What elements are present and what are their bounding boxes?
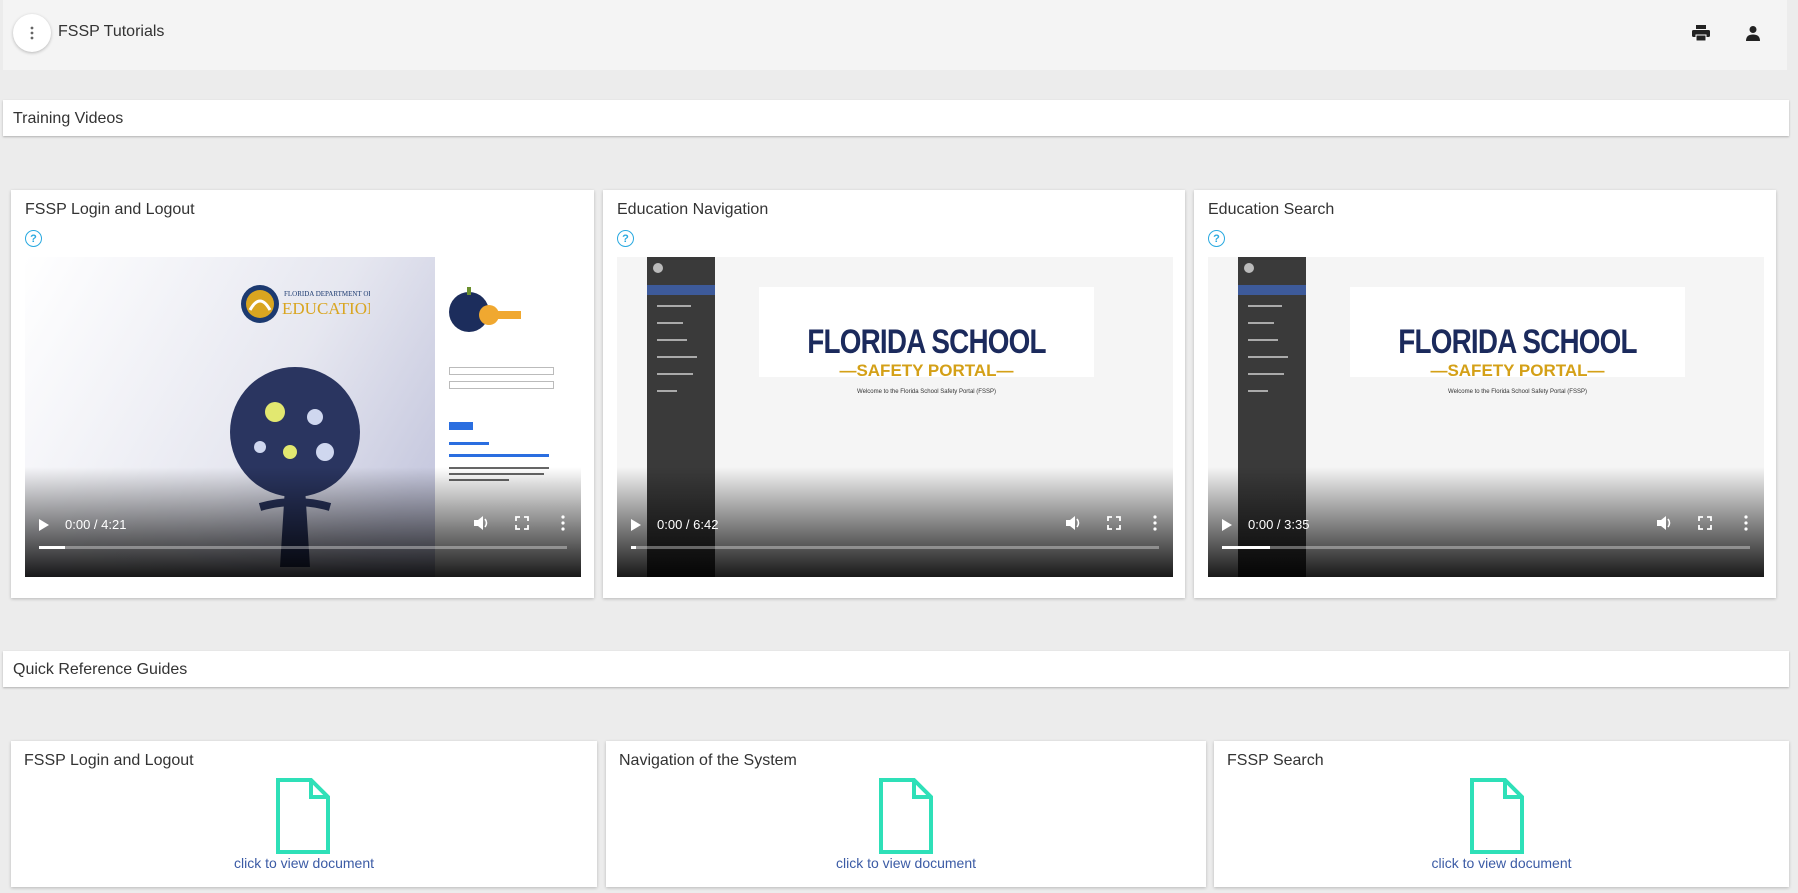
document-icon[interactable]: [878, 777, 934, 855]
sso-logo-icon: [449, 287, 521, 332]
video-title: Education Navigation: [617, 201, 769, 218]
video-time: 0:00 / 3:35: [1248, 517, 1310, 532]
more-options-icon[interactable]: [561, 515, 565, 531]
fullscreen-icon[interactable]: [1107, 516, 1121, 530]
print-icon[interactable]: [1688, 20, 1714, 46]
view-document-link[interactable]: click to view document: [606, 855, 1206, 871]
video-player[interactable]: FLORIDA DEPARTMENT OF EDUCATION 0:00 / 4…: [25, 257, 581, 577]
portal-banner: FLORIDA SCHOOL —SAFETY PORTAL— Welcome t…: [759, 287, 1094, 395]
guide-card[interactable]: FSSP Search click to view document: [1214, 741, 1789, 887]
more-options-icon[interactable]: [1744, 515, 1748, 531]
progress-track[interactable]: [631, 546, 1159, 549]
video-player[interactable]: FLORIDA SCHOOL —SAFETY PORTAL— Welcome t…: [617, 257, 1173, 577]
section-training-videos: Training Videos: [3, 100, 1789, 136]
document-icon[interactable]: [275, 777, 331, 855]
view-document-link[interactable]: click to view document: [11, 855, 597, 871]
page-title: FSSP Tutorials: [58, 23, 165, 40]
document-icon[interactable]: [1469, 777, 1525, 855]
progress-fill: [1222, 546, 1270, 549]
fdoe-logo-icon: FLORIDA DEPARTMENT OF EDUCATION: [241, 285, 370, 323]
svg-text:EDUCATION: EDUCATION: [282, 299, 370, 318]
video-card: FSSP Login and Logout ? FLORIDA DEPARTME…: [11, 190, 594, 598]
play-icon[interactable]: [39, 519, 49, 531]
help-icon[interactable]: ?: [1208, 230, 1225, 247]
fullscreen-icon[interactable]: [515, 516, 529, 530]
video-controls: 0:00 / 6:42: [617, 497, 1173, 577]
guide-title: Navigation of the System: [619, 752, 797, 769]
section-title: Quick Reference Guides: [13, 661, 188, 678]
section-title: Training Videos: [13, 110, 124, 127]
fullscreen-icon[interactable]: [1698, 516, 1712, 530]
menu-button[interactable]: [13, 14, 51, 52]
help-icon[interactable]: ?: [25, 230, 42, 247]
volume-icon[interactable]: [473, 515, 489, 531]
progress-track[interactable]: [39, 546, 567, 549]
video-title: FSSP Login and Logout: [25, 201, 195, 218]
video-controls: 0:00 / 4:21: [25, 497, 581, 577]
progress-track[interactable]: [1222, 546, 1750, 549]
video-controls: 0:00 / 3:35: [1208, 497, 1764, 577]
progress-fill: [631, 546, 637, 549]
help-icon[interactable]: ?: [617, 230, 634, 247]
guide-card[interactable]: Navigation of the System click to view d…: [606, 741, 1206, 887]
video-player[interactable]: FLORIDA SCHOOL —SAFETY PORTAL— Welcome t…: [1208, 257, 1764, 577]
portal-banner: FLORIDA SCHOOL —SAFETY PORTAL— Welcome t…: [1350, 287, 1685, 395]
progress-fill: [39, 546, 66, 549]
more-options-icon[interactable]: [1153, 515, 1157, 531]
section-quick-reference-guides: Quick Reference Guides: [3, 651, 1789, 687]
video-time: 0:00 / 4:21: [65, 517, 127, 532]
video-card: Education Search ? FLORIDA SCHOOL —SAFET…: [1194, 190, 1776, 598]
guide-title: FSSP Search: [1227, 752, 1324, 769]
view-document-link[interactable]: click to view document: [1214, 855, 1789, 871]
play-icon[interactable]: [1222, 519, 1232, 531]
guide-card[interactable]: FSSP Login and Logout click to view docu…: [11, 741, 597, 887]
guide-title: FSSP Login and Logout: [24, 752, 194, 769]
play-icon[interactable]: [631, 519, 641, 531]
video-card: Education Navigation ? FLORIDA SCHOOL —S…: [603, 190, 1185, 598]
app-bar: FSSP Tutorials: [3, 0, 1787, 70]
svg-text:FLORIDA DEPARTMENT OF: FLORIDA DEPARTMENT OF: [284, 290, 370, 298]
video-time: 0:00 / 6:42: [657, 517, 719, 532]
volume-icon[interactable]: [1065, 515, 1081, 531]
more-vert-icon: [30, 26, 34, 40]
volume-icon[interactable]: [1656, 515, 1672, 531]
video-title: Education Search: [1208, 201, 1335, 218]
person-icon[interactable]: [1740, 20, 1766, 46]
